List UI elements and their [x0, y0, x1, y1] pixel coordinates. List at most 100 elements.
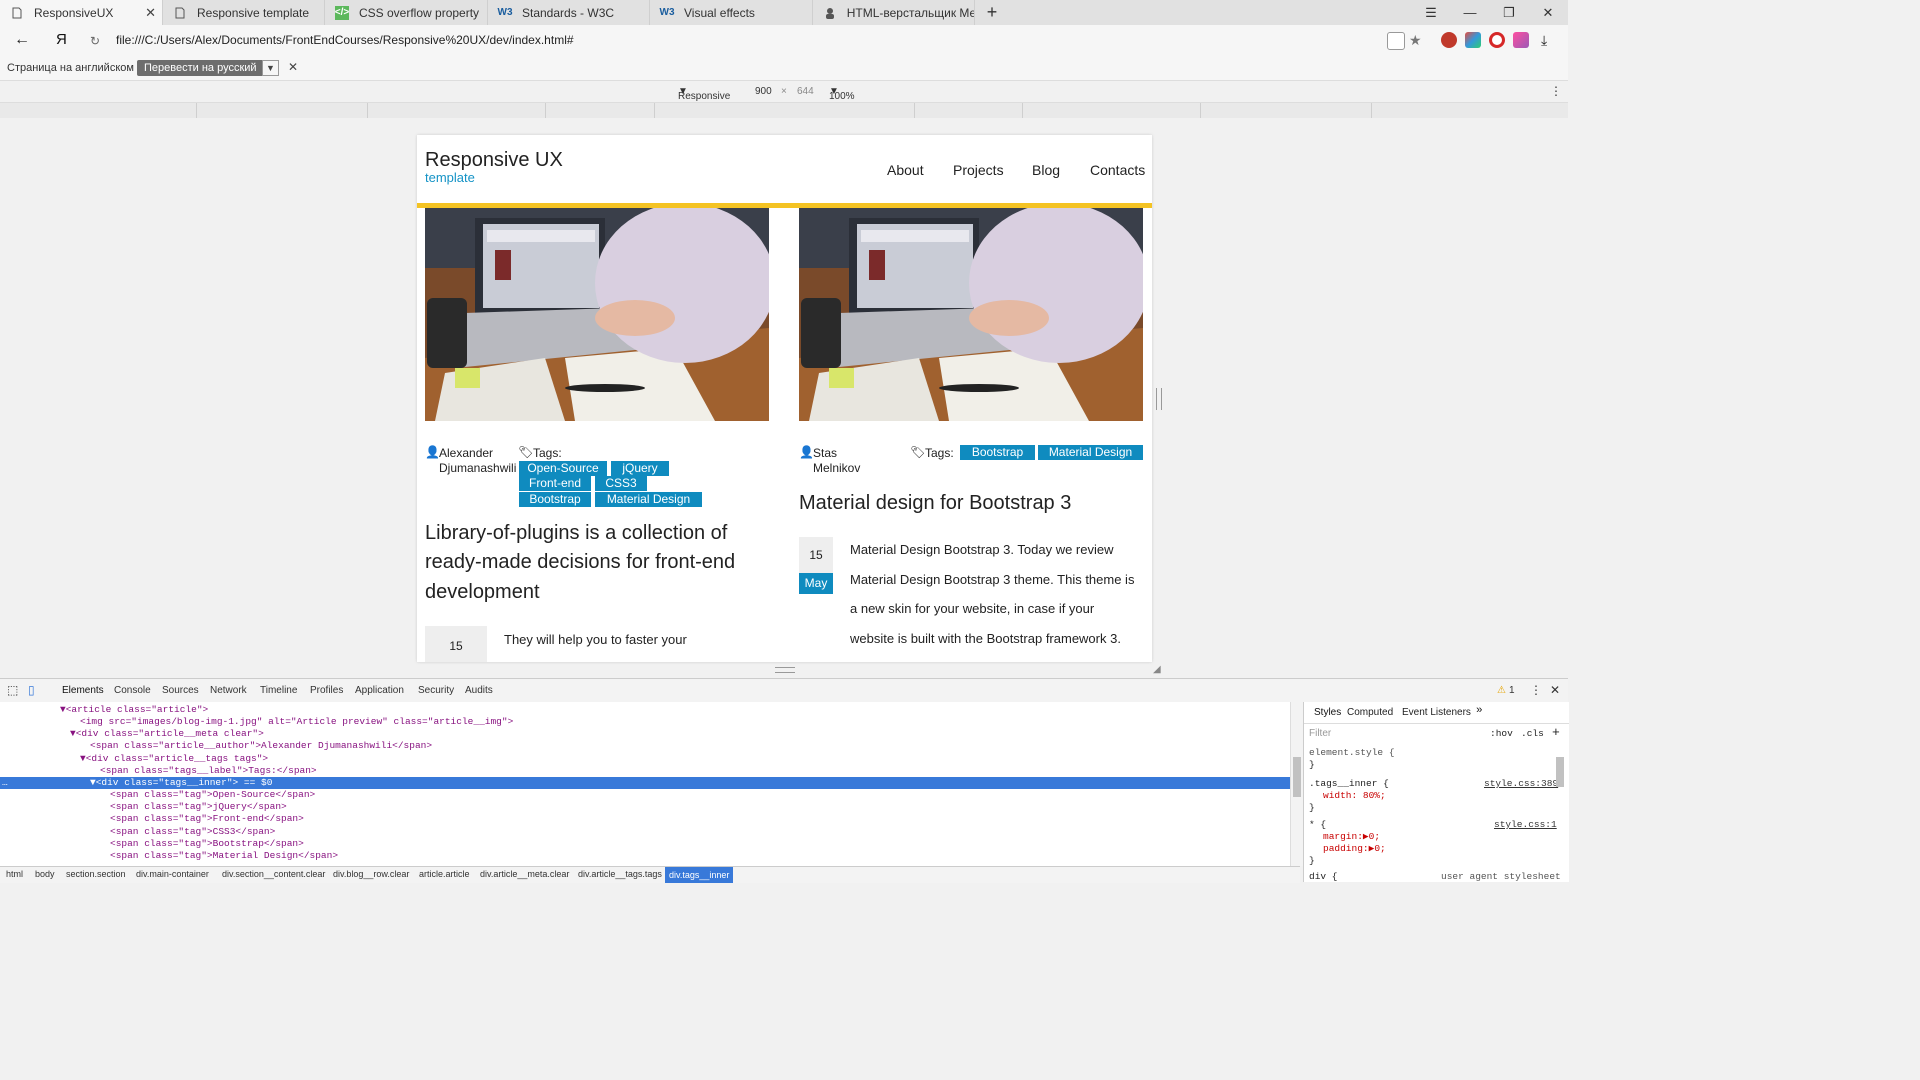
yandex-icon[interactable]: Я [56, 31, 67, 48]
close-icon[interactable]: ✕ [288, 60, 298, 74]
devtools-menu-icon[interactable]: ⋮ [1530, 683, 1542, 697]
dom-node[interactable]: <span class="tags__label">Tags:</span> [100, 765, 317, 777]
hover-state-toggle[interactable]: :hov [1490, 728, 1513, 739]
article-title[interactable]: Material design for Bootstrap 3 [799, 489, 1071, 518]
breadcrumb-item[interactable]: div.section__content.clear [222, 869, 325, 879]
breadcrumb-item[interactable]: div.article__tags.tags [578, 869, 662, 879]
chevron-down-icon[interactable]: ▼ [262, 60, 279, 76]
translate-button[interactable]: Перевести на русский [137, 60, 264, 76]
bug-extension-icon[interactable] [1441, 32, 1457, 48]
zoom-select[interactable]: 100% ▼ [829, 86, 855, 102]
devtools-tab-security[interactable]: Security [418, 685, 454, 696]
breadcrumb-item-active[interactable]: div.tags__inner [665, 867, 734, 883]
style-selector[interactable]: .tags__inner { [1309, 778, 1389, 789]
dom-node[interactable]: <span class="tag">Front-end</span> [110, 813, 304, 825]
elements-tree[interactable]: … ▼<article class="article"> <img src="i… [0, 702, 1290, 866]
dom-node[interactable]: ▼<article class="article"> [60, 704, 208, 716]
inspect-element-icon[interactable]: ⬚ [7, 683, 18, 697]
close-window-icon[interactable]: ✕ [1530, 0, 1566, 25]
styles-filter-input[interactable]: Filter [1309, 728, 1331, 739]
devtools-tab-network[interactable]: Network [210, 685, 247, 696]
dom-node[interactable]: ▼<div class="article__meta clear"> [70, 728, 264, 740]
nav-contacts[interactable]: Contacts [1090, 162, 1145, 178]
tag[interactable]: jQuery [611, 461, 669, 476]
dom-node[interactable]: <span class="tag">jQuery</span> [110, 801, 287, 813]
breadcrumb-item[interactable]: article.article [419, 869, 470, 879]
resize-corner-icon[interactable]: ◢ [1153, 664, 1161, 675]
close-icon[interactable]: ✕ [145, 5, 156, 21]
style-property[interactable]: padding:▶0; [1323, 843, 1386, 854]
tag[interactable]: CSS3 [595, 476, 647, 491]
reload-icon[interactable]: ↻ [90, 34, 100, 48]
reader-mode-icon[interactable] [1387, 32, 1405, 50]
url-field[interactable]: file:///C:/Users/Alex/Documents/FrontEnd… [116, 33, 574, 47]
maximize-icon[interactable]: ❐ [1491, 0, 1527, 25]
bookmark-star-icon[interactable]: ★ [1409, 32, 1422, 49]
tag[interactable]: Bootstrap [960, 445, 1035, 460]
close-devtools-icon[interactable]: ✕ [1550, 683, 1560, 697]
breadcrumb-item[interactable]: section.section [66, 869, 126, 879]
style-selector[interactable]: * { [1309, 819, 1326, 830]
nav-about[interactable]: About [887, 162, 924, 178]
media-query-ruler[interactable] [0, 102, 1568, 119]
tab-html-verstalshik[interactable]: HTML-верстальщик Мельн [813, 0, 975, 25]
devtools-tab-timeline[interactable]: Timeline [260, 685, 297, 696]
breadcrumb-item[interactable]: html [6, 869, 23, 879]
article-title[interactable]: development [425, 578, 540, 607]
devtools-tab-sources[interactable]: Sources [162, 685, 199, 696]
class-toggle[interactable]: .cls [1521, 728, 1544, 739]
style-source-link[interactable]: style.css:389 [1484, 778, 1558, 789]
minimize-icon[interactable]: — [1452, 0, 1488, 25]
viewport-width-input[interactable]: 900 [755, 86, 772, 97]
breadcrumb-item[interactable]: div.main-container [136, 869, 209, 879]
adblock-extension-icon[interactable] [1489, 32, 1505, 48]
ellipsis-icon[interactable]: … [2, 777, 8, 789]
computed-tab[interactable]: Computed [1347, 707, 1393, 718]
more-tabs-icon[interactable]: » [1476, 705, 1483, 717]
article-title[interactable]: Library-of-plugins is a collection of [425, 519, 727, 548]
tag[interactable]: Open-Source [519, 461, 607, 476]
breadcrumb-item[interactable]: div.article__meta.clear [480, 869, 569, 879]
download-icon[interactable]: ⤓ [1541, 32, 1547, 49]
pixel-extension-icon[interactable] [1513, 32, 1529, 48]
dom-node[interactable]: ▼<div class="article__tags tags"> [80, 753, 268, 765]
tab-visual-effects[interactable]: W3 Visual effects [650, 0, 813, 25]
devtools-tab-profiles[interactable]: Profiles [310, 685, 343, 696]
menu-icon[interactable]: ☰ [1413, 0, 1449, 25]
devtools-tab-application[interactable]: Application [355, 685, 404, 696]
devtools-tab-console[interactable]: Console [114, 685, 151, 696]
dom-node-selected[interactable]: ▼<div class="tags__inner"> == $0 [90, 777, 272, 789]
article-title[interactable]: ready-made decisions for front-end [425, 548, 735, 577]
devtools-tab-elements[interactable]: Elements [62, 685, 104, 696]
device-mode-select[interactable]: Responsive ▼ [678, 86, 730, 102]
site-title[interactable]: Responsive UX [425, 149, 563, 172]
styles-tab[interactable]: Styles [1314, 707, 1341, 718]
breadcrumb-item[interactable]: body [35, 869, 55, 879]
style-property[interactable]: width: 80%; [1323, 790, 1386, 801]
style-selector[interactable]: element.style { [1309, 747, 1395, 758]
tab-standards-w3c[interactable]: W3 Standards - W3C [488, 0, 650, 25]
dom-node[interactable]: <span class="tag">Open-Source</span> [110, 789, 315, 801]
new-tab-button[interactable]: + [975, 0, 1009, 25]
scrollbar-thumb[interactable] [1293, 757, 1301, 797]
event-listeners-tab[interactable]: Event Listeners [1402, 707, 1471, 718]
tab-css-overflow[interactable]: </> CSS overflow property [325, 0, 488, 25]
viewport-height-input[interactable]: 644 [797, 86, 814, 97]
dom-node[interactable]: <span class="tag">Bootstrap</span> [110, 838, 304, 850]
tag[interactable]: Bootstrap [519, 492, 591, 507]
elements-scrollbar[interactable] [1290, 702, 1303, 866]
device-toggle-icon[interactable]: ▯ [28, 683, 35, 697]
resize-handle-bottom[interactable] [775, 667, 795, 673]
dom-node[interactable]: <span class="tag">Material Design</span> [110, 850, 338, 862]
warning-icon[interactable]: ⚠ [1497, 685, 1506, 696]
tab-responsiveux[interactable]: ResponsiveUX ✕ [0, 0, 163, 25]
devtools-tab-audits[interactable]: Audits [465, 685, 493, 696]
style-source-link[interactable]: style.css:1 [1494, 819, 1557, 830]
style-selector[interactable]: div { [1309, 871, 1338, 882]
tag[interactable]: Material Design [1038, 445, 1143, 460]
dom-node[interactable]: <img src="images/blog-img-1.jpg" alt="Ar… [80, 716, 513, 728]
add-rule-icon[interactable]: + [1552, 725, 1560, 740]
breadcrumb-item[interactable]: div.blog__row.clear [333, 869, 409, 879]
tag[interactable]: Front-end [519, 476, 591, 491]
dom-node[interactable]: <span class="tag">CSS3</span> [110, 826, 275, 838]
